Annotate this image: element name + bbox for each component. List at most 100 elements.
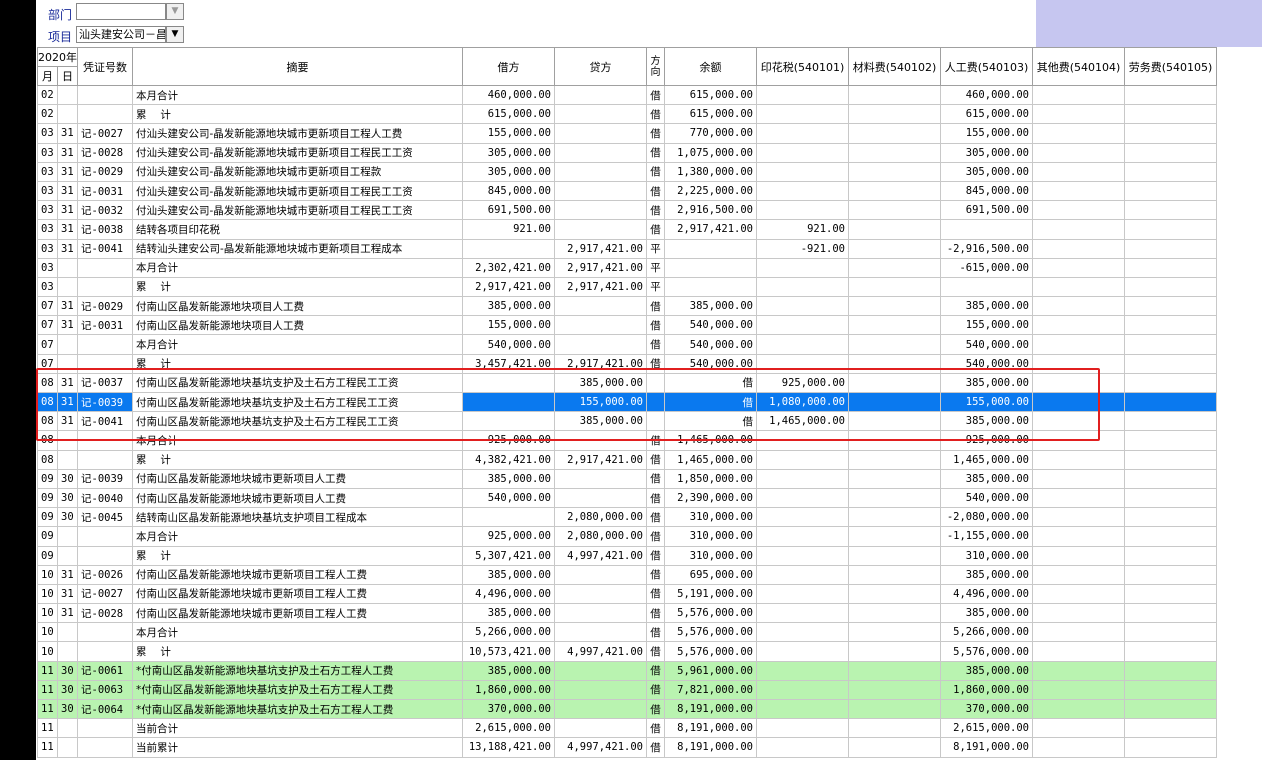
dept-combo[interactable] (76, 3, 166, 20)
row-credit (554, 603, 647, 624)
row-credit: 2,917,421.00 (554, 276, 647, 298)
row-day (57, 334, 78, 355)
table-row[interactable]: 08 累 计 4,382,421.00 2,917,421.00 借 1,465,000.… (37, 449, 1217, 470)
row-summary: 付南山区晶发新能源地块城市更新项目人工费 (132, 468, 463, 489)
row-labor: 305,000.00 (940, 142, 1033, 163)
table-row[interactable]: 11 30 记-0061 *付南山区晶发新能源地块基坑支护及土石方工程人工费 385,0… (37, 660, 1217, 681)
table-row[interactable]: 10 31 记-0026 付南山区晶发新能源地块城市更新项目工程人工费 385,000.… (37, 564, 1217, 585)
row-labor: 8,191,000.00 (940, 737, 1033, 758)
row-material (848, 391, 941, 413)
table-row[interactable]: 03 31 记-0038 结转各项目印花税 921.00 借 2,917,421.00 921… (37, 219, 1217, 240)
table-row[interactable]: 09 累 计 5,307,421.00 4,997,421.00 借 310,000.00… (37, 545, 1217, 566)
row-month: 11 (37, 737, 58, 758)
table-row[interactable]: 09 30 记-0039 付南山区晶发新能源地块城市更新项目人工费 385,000.00… (37, 468, 1217, 489)
row-debit: 5,266,000.00 (462, 622, 555, 643)
col-summary[interactable]: 摘要 (132, 47, 463, 86)
table-row[interactable]: 08 31 记-0039 付南山区晶发新能源地块基坑支护及土石方工程民工工资 155,0… (37, 391, 1217, 413)
row-direction: 借 (646, 200, 665, 221)
row-debit (462, 507, 555, 528)
table-row[interactable]: 03 31 记-0029 付汕头建安公司-晶发新能源地块城市更新项目工程款 305,00… (37, 161, 1217, 182)
row-summary: 累 计 (132, 449, 463, 470)
project-combo[interactable]: 汕头建安公司－昌 (76, 26, 166, 43)
table-row[interactable]: 07 本月合计 540,000.00 借 540,000.00 540,000.00 (37, 334, 1217, 355)
table-row[interactable]: 09 本月合计 925,000.00 2,080,000.00 借 310,000.00 -… (37, 526, 1217, 547)
row-debit: 460,000.00 (462, 84, 555, 106)
right-header-panel (1036, 0, 1262, 47)
col-voucher[interactable]: 凭证号数 (77, 47, 133, 86)
table-row[interactable]: 11 30 记-0063 *付南山区晶发新能源地块基坑支护及土石方工程人工费 1,860… (37, 679, 1217, 701)
table-row[interactable]: 08 本月合计 925,000.00 借 1,465,000.00 925,000.00 (37, 430, 1217, 451)
row-material (848, 142, 941, 163)
row-material (848, 104, 941, 125)
row-balance: 2,916,500.00 (664, 200, 757, 221)
table-row[interactable]: 10 累 计 10,573,421.00 4,997,421.00 借 5,576,000… (37, 641, 1217, 662)
row-other (1032, 487, 1125, 509)
col-material[interactable]: 材料费(540102) (848, 47, 941, 86)
row-summary: 累 计 (132, 104, 463, 125)
row-balance: 615,000.00 (664, 84, 757, 106)
row-credit (554, 583, 647, 605)
table-row[interactable]: 02 累 计 615,000.00 借 615,000.00 615,000.00 (37, 104, 1217, 125)
row-service (1124, 583, 1217, 605)
table-row[interactable]: 11 当前累计 13,188,421.00 4,997,421.00 借 8,191,00… (37, 737, 1217, 758)
table-row[interactable]: 10 31 记-0027 付南山区晶发新能源地块城市更新项目工程人工费 4,496,00… (37, 583, 1217, 605)
table-row[interactable]: 02 本月合计 460,000.00 借 615,000.00 460,000.00 (37, 84, 1217, 106)
row-day: 31 (57, 315, 78, 336)
row-service (1124, 718, 1217, 739)
col-debit[interactable]: 借方 (462, 47, 555, 86)
col-labor[interactable]: 人工费(540103) (940, 47, 1033, 86)
row-direction: 借 (646, 430, 665, 451)
table-row[interactable]: 03 31 记-0041 结转汕头建安公司-晶发新能源地块城市更新项目工程成本 2,91… (37, 238, 1217, 259)
table-row[interactable]: 11 当前合计 2,615,000.00 借 8,191,000.00 2,615,000… (37, 718, 1217, 739)
row-service (1124, 315, 1217, 336)
row-month: 10 (37, 641, 58, 662)
table-row[interactable]: 09 30 记-0040 付南山区晶发新能源地块城市更新项目人工费 540,000.00… (37, 487, 1217, 509)
row-balance: 2,390,000.00 (664, 487, 757, 509)
table-row[interactable]: 03 累 计 2,917,421.00 2,917,421.00 平 (37, 276, 1217, 298)
row-day: 31 (57, 161, 78, 182)
row-day (57, 545, 78, 566)
row-voucher: 记-0029 (77, 296, 133, 317)
row-service (1124, 257, 1217, 278)
table-row[interactable]: 03 31 记-0027 付汕头建安公司-晶发新能源地块城市更新项目工程人工费 155,… (37, 123, 1217, 144)
row-service (1124, 142, 1217, 163)
table-row[interactable]: 03 31 记-0032 付汕头建安公司-晶发新能源地块城市更新项目工程民工工资 691… (37, 200, 1217, 221)
row-other (1032, 468, 1125, 489)
table-row[interactable]: 10 31 记-0028 付南山区晶发新能源地块城市更新项目工程人工费 385,000.… (37, 603, 1217, 624)
table-row[interactable]: 08 31 记-0037 付南山区晶发新能源地块基坑支护及土石方工程民工工资 385,0… (37, 372, 1217, 394)
col-direction[interactable]: 方向 (646, 47, 665, 86)
table-row[interactable]: 11 30 记-0064 *付南山区晶发新能源地块基坑支护及土石方工程人工费 370,0… (37, 698, 1217, 720)
table-row[interactable]: 07 累 计 3,457,421.00 2,917,421.00 借 540,000.00… (37, 353, 1217, 374)
dept-dropdown-chevron-down-icon[interactable]: ▼ (166, 3, 184, 20)
col-stamp-tax[interactable]: 印花税(540101) (756, 47, 849, 86)
col-credit[interactable]: 贷方 (554, 47, 647, 86)
table-row[interactable]: 03 本月合计 2,302,421.00 2,917,421.00 平 -615,000.… (37, 257, 1217, 278)
row-credit: 2,917,421.00 (554, 257, 647, 278)
table-row[interactable]: 09 30 记-0045 结转南山区晶发新能源地块基坑支护项目工程成本 2,080,00… (37, 507, 1217, 528)
row-balance (664, 276, 757, 298)
row-other (1032, 104, 1125, 125)
col-balance[interactable]: 余额 (664, 47, 757, 86)
row-stamp-tax (756, 622, 849, 643)
row-summary: *付南山区晶发新能源地块基坑支护及土石方工程人工费 (132, 660, 463, 681)
table-row[interactable]: 08 31 记-0041 付南山区晶发新能源地块基坑支护及土石方工程民工工资 385,0… (37, 411, 1217, 432)
project-dropdown-chevron-down-icon[interactable]: ▼ (166, 26, 184, 43)
row-other (1032, 603, 1125, 624)
row-debit: 5,307,421.00 (462, 545, 555, 566)
row-material (848, 622, 941, 643)
row-month: 11 (37, 660, 58, 681)
row-material (848, 315, 941, 336)
table-row[interactable]: 10 本月合计 5,266,000.00 借 5,576,000.00 5,266,000… (37, 622, 1217, 643)
table-row[interactable]: 07 31 记-0029 付南山区晶发新能源地块项目人工费 385,000.00 借 385… (37, 296, 1217, 317)
row-balance: 1,380,000.00 (664, 161, 757, 182)
row-debit: 1,860,000.00 (462, 679, 555, 701)
row-service (1124, 487, 1217, 509)
table-row[interactable]: 03 31 记-0031 付汕头建安公司-晶发新能源地块城市更新项目工程民工工资 845… (37, 180, 1217, 202)
row-balance: 540,000.00 (664, 315, 757, 336)
col-other[interactable]: 其他费(540104) (1032, 47, 1125, 86)
col-service[interactable]: 劳务费(540105) (1124, 47, 1217, 86)
table-row[interactable]: 03 31 记-0028 付汕头建安公司-晶发新能源地块城市更新项目工程民工工资 305… (37, 142, 1217, 163)
row-balance: 借 (664, 391, 757, 413)
row-balance: 1,850,000.00 (664, 468, 757, 489)
table-row[interactable]: 07 31 记-0031 付南山区晶发新能源地块项目人工费 155,000.00 借 540… (37, 315, 1217, 336)
